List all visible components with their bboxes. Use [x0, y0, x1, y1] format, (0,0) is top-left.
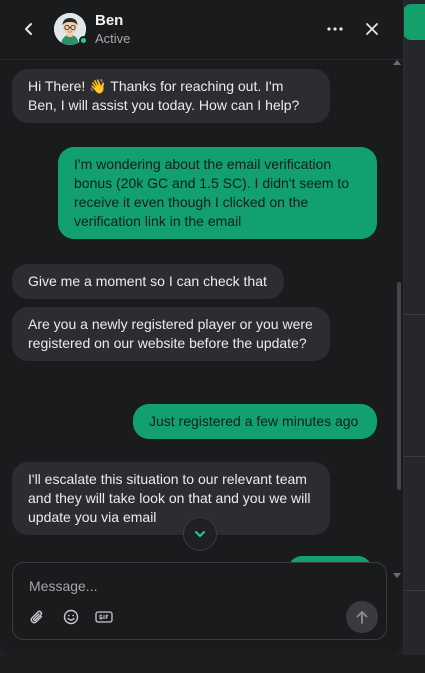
scroll-to-bottom-button[interactable] [183, 517, 217, 551]
chevron-down-icon [195, 531, 205, 537]
scrollbar-up-arrow[interactable] [393, 60, 401, 65]
message-input[interactable] [29, 576, 349, 596]
online-status-dot [79, 36, 88, 45]
message-bubble-agent: Hi There! 👋 Thanks for reaching out. I'm… [12, 69, 330, 123]
background-divider [403, 590, 425, 591]
paperclip-icon [30, 610, 43, 624]
chevron-left-icon [25, 23, 32, 35]
more-options-button[interactable] [326, 20, 344, 38]
scrollbar-thumb[interactable] [397, 282, 401, 490]
back-button[interactable] [18, 18, 40, 40]
agent-name: Ben [95, 12, 124, 29]
header-divider [0, 59, 403, 60]
gif-icon [95, 611, 113, 623]
message-bubble-agent: Give me a moment so I can check that [12, 264, 284, 299]
more-horizontal-icon [327, 27, 343, 31]
scrollbar-down-arrow[interactable] [393, 573, 401, 578]
attach-button[interactable] [27, 607, 47, 627]
message-bubble-agent: I'll escalate this situation to our rele… [12, 462, 330, 535]
background-green-button [403, 4, 425, 40]
send-button[interactable] [346, 601, 378, 633]
close-button[interactable] [363, 20, 381, 38]
message-bubble-agent: Are you a newly registered player or you… [12, 307, 330, 361]
close-icon [366, 23, 378, 35]
message-composer [12, 562, 387, 640]
background-page-edge [403, 0, 425, 673]
chat-header: Ben Active [0, 0, 403, 60]
background-divider [403, 314, 425, 315]
arrow-up-icon [356, 611, 368, 624]
background-page-bottom [0, 655, 425, 673]
gif-button[interactable] [94, 607, 114, 627]
message-bubble-user: I'm wondering about the email verificati… [58, 147, 377, 239]
chat-panel: Ben Active Hi There! 👋 Thanks for reachi… [0, 0, 404, 655]
smiley-icon [63, 609, 79, 625]
agent-status: Active [95, 31, 131, 46]
emoji-button[interactable] [61, 607, 81, 627]
background-divider [403, 456, 425, 457]
message-bubble-user: Just registered a few minutes ago [133, 404, 377, 439]
